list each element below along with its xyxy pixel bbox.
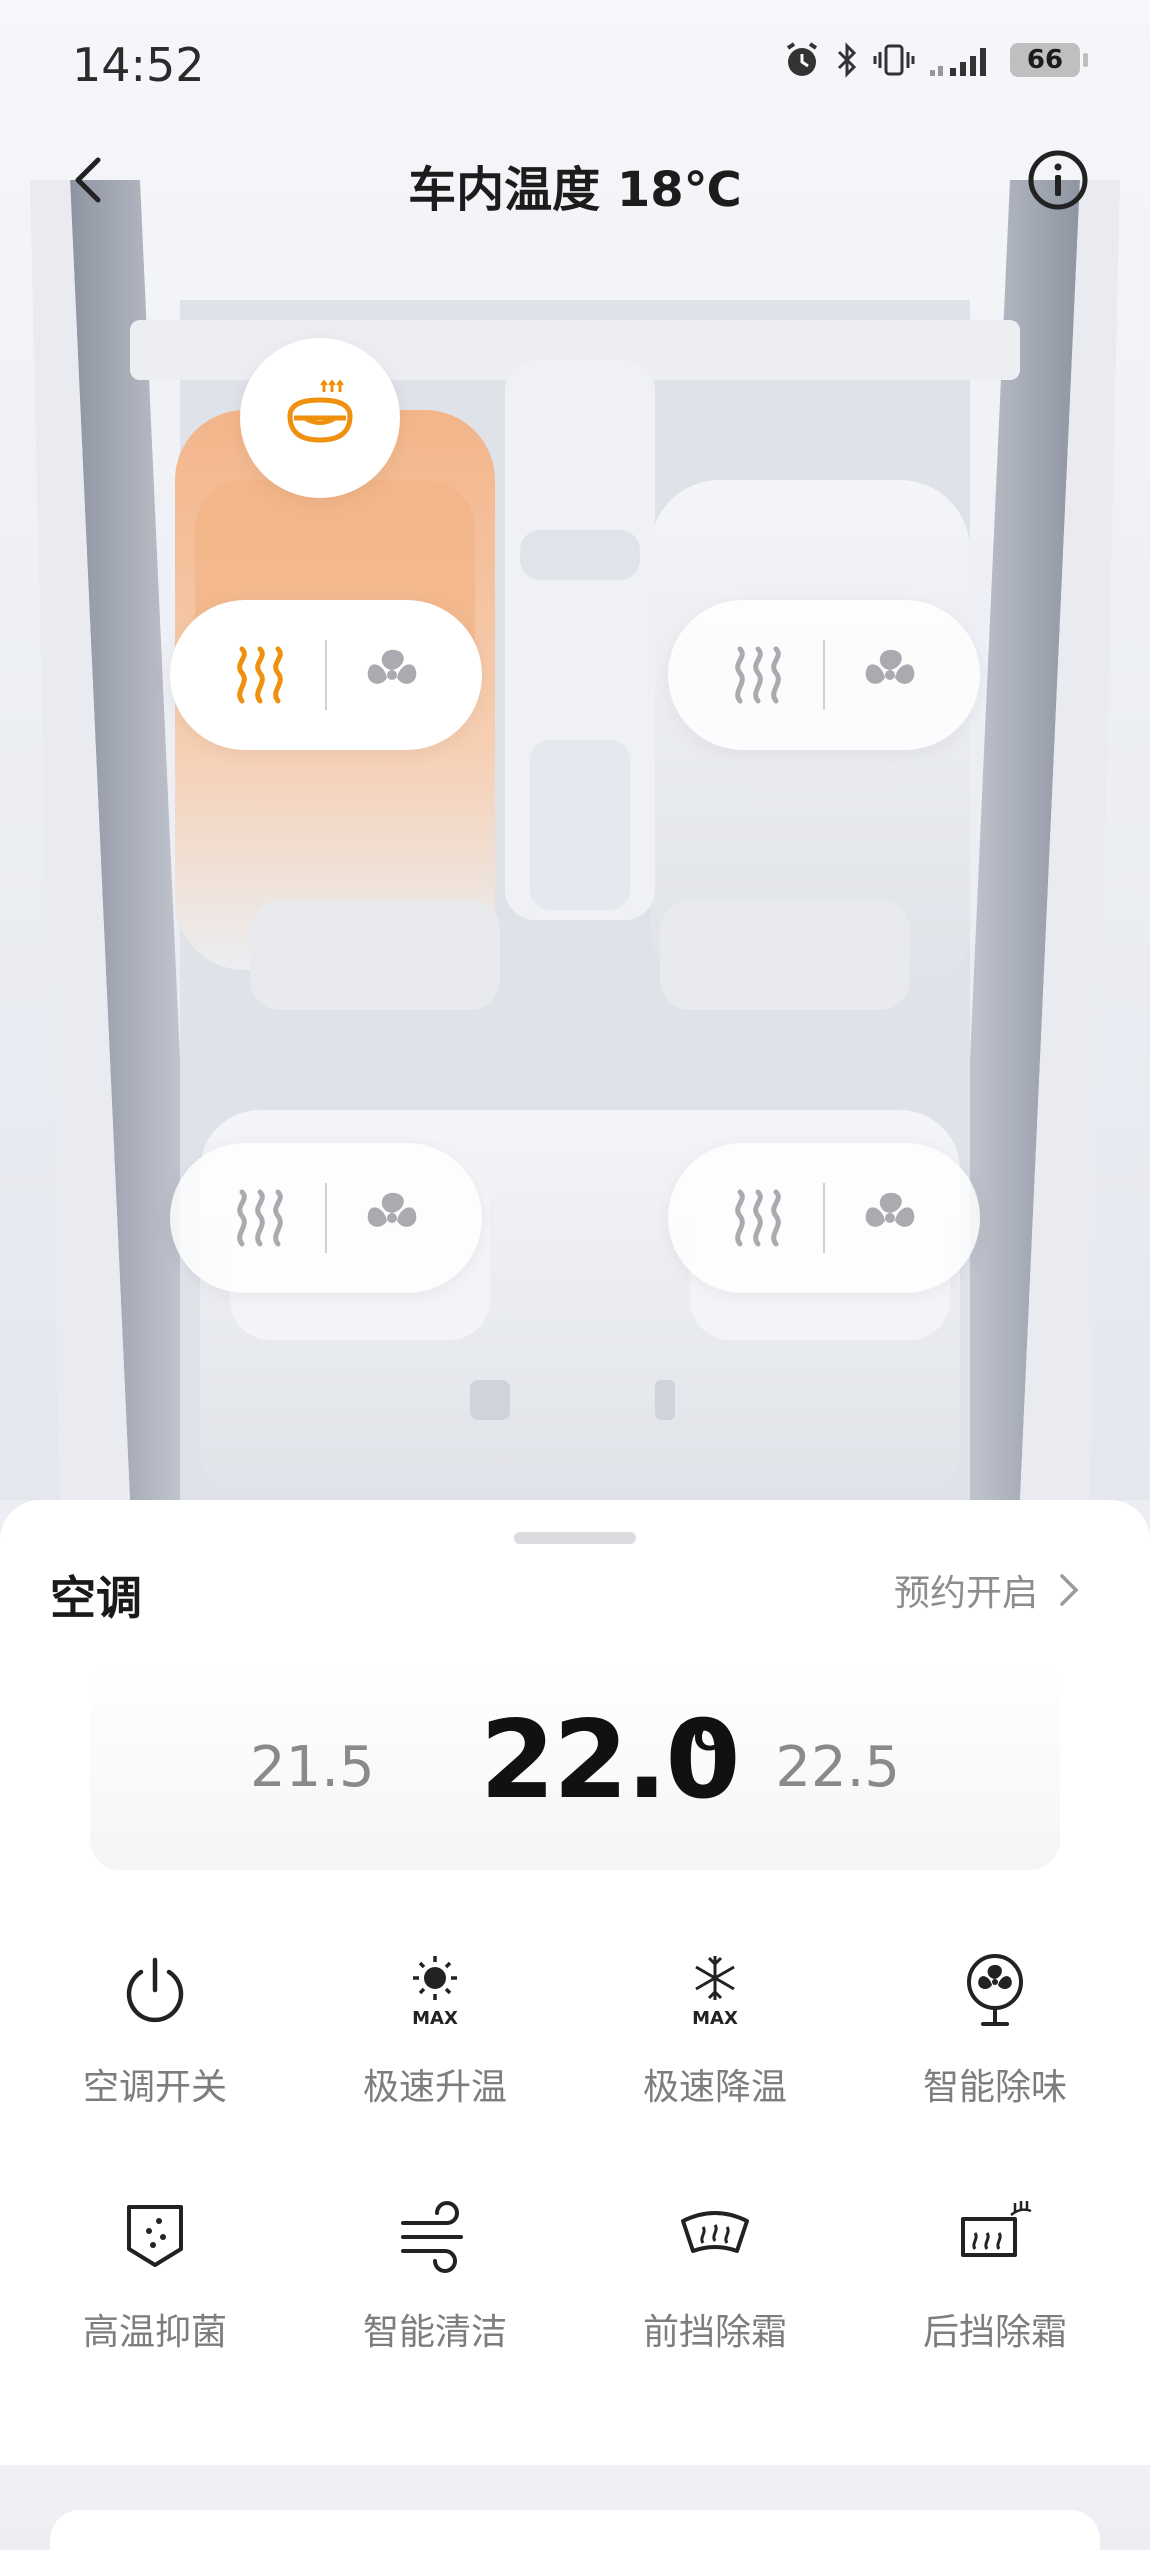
front-defrost-icon [681,2211,749,2253]
seat-heat-icon [735,646,781,704]
temp-higher-option[interactable]: 22.5 [775,1735,900,1800]
fan-icon [367,1192,417,1227]
front-defrost-button[interactable]: 前挡除霜 [575,2195,855,2395]
ac-power-button[interactable]: 空调开关 [15,1950,295,2150]
next-card [50,2510,1100,2550]
rapid-heat-button[interactable]: MAX 极速升温 [295,1950,575,2150]
smart-deodorize-button[interactable]: 智能除味 [855,1950,1135,2150]
rear-defrost-icon [961,2201,1032,2257]
seat-control-front-right [668,600,980,750]
svg-text:MAX: MAX [412,2008,458,2029]
car-interior-illustration [30,180,1120,1500]
fan-icon [967,1954,1023,2026]
function-label: 智能除味 [922,2067,1067,2108]
function-label: 智能清洁 [362,2312,507,2353]
smart-clean-button[interactable]: 智能清洁 [295,2195,575,2395]
schedule-label: 预约开启 [893,1573,1038,1614]
svg-text:MAX: MAX [692,2008,738,2029]
steering-wheel-heat-button[interactable] [240,338,400,498]
page-header: 车内温度 18℃ [0,130,1150,230]
schedule-link[interactable]: 预约开启 [894,1564,1080,1616]
sheet-drag-handle[interactable] [514,1532,636,1544]
seat-vent-front-left-button[interactable] [327,600,457,750]
car-view: 14:52 66 车内温度 18℃ [0,0,1150,1500]
status-icons: 66 [782,40,1088,80]
function-label: 极速降温 [642,2067,787,2108]
alarm-icon [786,42,818,76]
fan-icon [865,1192,915,1227]
bluetooth-icon [837,42,857,78]
seat-control-rear-left [170,1143,482,1293]
temp-current-value: 22.0 [480,1698,740,1823]
ac-panel: 空调 预约开启 21.5 22.0 ℃ 22.5 空调开关 MAX 极速升温 M… [0,1500,1150,2465]
function-label: 高温抑菌 [82,2312,227,2353]
temp-unit: ℃ [676,1718,720,1759]
function-label: 空调开关 [82,2067,227,2108]
chevron-right-icon [1060,1574,1079,1606]
signal-icon [930,48,986,76]
seat-heat-icon [237,1189,283,1247]
seat-vent-rear-left-button[interactable] [327,1143,457,1293]
seat-heat-icon [735,1189,781,1247]
function-label: 前挡除霜 [642,2312,787,2353]
seat-heat-icon [237,646,283,704]
fan-icon [865,649,915,684]
power-icon [126,1957,184,2023]
ac-section-title: 空调 [50,1571,142,1625]
snowflake-max-icon: MAX [692,1956,738,2029]
seat-control-front-left [170,600,482,750]
temperature-selector[interactable]: 21.5 22.0 ℃ 22.5 [90,1660,1060,1870]
function-label: 后挡除霜 [922,2312,1067,2353]
function-label: 极速升温 [362,2067,507,2108]
temp-lower-option[interactable]: 21.5 [250,1735,375,1800]
high-temp-sterilize-button[interactable]: 高温抑菌 [15,2195,295,2395]
page-title: 车内温度 18℃ [408,162,742,218]
rapid-cool-button[interactable]: MAX 极速降温 [575,1950,855,2150]
battery-indicator: 66 [1010,43,1088,77]
sun-max-icon: MAX [412,1956,458,2029]
vibrate-icon [873,44,915,76]
status-time: 14:52 [72,38,205,92]
wind-icon [401,2201,463,2273]
steering-heat-icon [287,379,353,443]
status-bar: 14:52 66 [0,0,1150,130]
seat-vent-rear-right-button[interactable] [825,1143,955,1293]
rear-defrost-button[interactable]: 后挡除霜 [855,2195,1135,2395]
shield-dots-icon [127,2205,183,2267]
fan-icon [367,649,417,684]
seat-vent-front-right-button[interactable] [825,600,955,750]
seat-heat-front-right-button[interactable] [693,600,823,750]
seat-control-rear-right [668,1143,980,1293]
info-button[interactable] [1026,148,1090,212]
seat-heat-rear-right-button[interactable] [693,1143,823,1293]
seat-heat-rear-left-button[interactable] [195,1143,325,1293]
seat-heat-front-left-button[interactable] [195,600,325,750]
